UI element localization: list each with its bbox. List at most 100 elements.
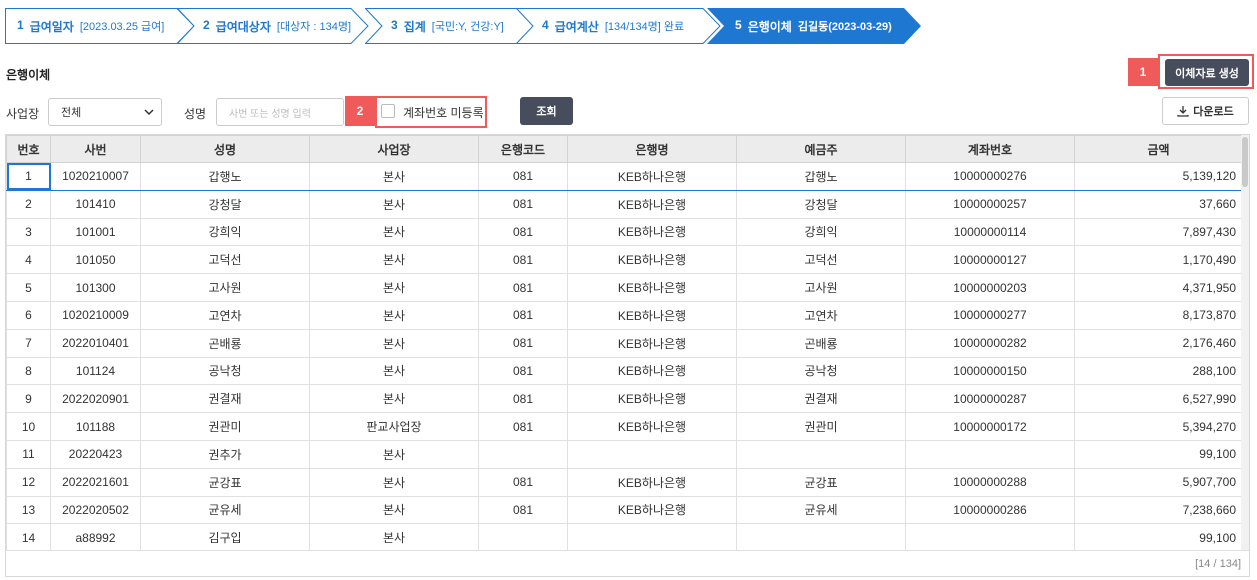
- table-cell[interactable]: 본사: [309, 356, 479, 386]
- column-header[interactable]: 번호: [6, 135, 51, 163]
- table-cell[interactable]: 2022021601: [50, 467, 141, 497]
- table-cell[interactable]: KEB하나은행: [567, 300, 737, 330]
- table-cell[interactable]: 균강표: [140, 467, 310, 497]
- table-cell[interactable]: 균유세: [736, 495, 906, 525]
- vertical-scrollbar[interactable]: [1241, 135, 1249, 550]
- table-cell[interactable]: [905, 523, 1075, 553]
- table-cell[interactable]: 99,100: [1074, 439, 1243, 469]
- table-cell[interactable]: KEB하나은행: [567, 467, 737, 497]
- column-header[interactable]: 금액: [1074, 135, 1243, 163]
- table-cell[interactable]: 5,139,120: [1074, 162, 1243, 191]
- table-cell[interactable]: KEB하나은행: [567, 495, 737, 525]
- table-row[interactable]: 3 101001 강희익 본사 081 KEB하나은행 강희익 10000000114 7,89…: [6, 217, 1243, 247]
- column-header[interactable]: 성명: [140, 135, 310, 163]
- table-cell[interactable]: 강청달: [140, 189, 310, 219]
- table-cell[interactable]: 권관미: [140, 412, 310, 441]
- table-cell[interactable]: 1,170,490: [1074, 245, 1243, 275]
- download-button[interactable]: 다운로드: [1162, 97, 1249, 125]
- table-cell[interactable]: [905, 439, 1075, 469]
- table-cell[interactable]: 2,176,460: [1074, 328, 1243, 358]
- table-cell[interactable]: 공낙청: [140, 356, 310, 386]
- table-cell[interactable]: 5,394,270: [1074, 412, 1243, 441]
- table-row[interactable]: 10 101188 권관미 판교사업장 081 KEB하나은행 권관미 10000000172…: [6, 412, 1243, 441]
- table-cell[interactable]: 6: [6, 300, 51, 330]
- table-cell[interactable]: 11: [6, 439, 51, 469]
- step-5[interactable]: 5 은행이체 김길동(2023-03-29): [707, 8, 922, 44]
- table-cell[interactable]: 2022020901: [50, 384, 141, 414]
- table-cell[interactable]: 강희익: [736, 217, 906, 247]
- table-cell[interactable]: 3: [6, 217, 51, 247]
- table-cell[interactable]: 081: [478, 495, 568, 525]
- name-search-input[interactable]: 사번 또는 성명 입력: [216, 98, 344, 126]
- table-cell[interactable]: 1020210007: [50, 162, 141, 191]
- column-header[interactable]: 은행명: [567, 135, 737, 163]
- table-cell[interactable]: 본사: [309, 217, 479, 247]
- table-cell[interactable]: 갑행노: [736, 162, 906, 191]
- table-cell[interactable]: 고사원: [736, 273, 906, 302]
- table-cell[interactable]: 081: [478, 245, 568, 275]
- step-4[interactable]: 4 급여계산 [134/134명] 완료: [516, 8, 721, 44]
- step-3[interactable]: 3 집계 [국민:Y, 건강:Y]: [365, 8, 535, 44]
- table-row[interactable]: 11 20220423 권추가 본사 99,100: [6, 439, 1243, 469]
- table-cell[interactable]: 37,660: [1074, 189, 1243, 219]
- table-cell[interactable]: 4: [6, 245, 51, 275]
- table-cell[interactable]: 권관미: [736, 412, 906, 441]
- table-cell[interactable]: 081: [478, 384, 568, 414]
- table-cell[interactable]: KEB하나은행: [567, 162, 737, 191]
- table-cell[interactable]: 고사원: [140, 273, 310, 302]
- table-cell[interactable]: 2: [6, 189, 51, 219]
- table-cell[interactable]: 99,100: [1074, 523, 1243, 553]
- table-cell[interactable]: 본사: [309, 439, 479, 469]
- table-cell[interactable]: 고연차: [736, 300, 906, 330]
- table-cell[interactable]: 갑행노: [140, 162, 310, 191]
- table-cell[interactable]: 081: [478, 162, 568, 191]
- table-cell[interactable]: 9: [6, 384, 51, 414]
- table-cell[interactable]: 권결재: [140, 384, 310, 414]
- table-cell[interactable]: 10000000276: [905, 162, 1075, 191]
- table-cell[interactable]: KEB하나은행: [567, 356, 737, 386]
- table-cell[interactable]: [478, 439, 568, 469]
- table-cell[interactable]: 10000000150: [905, 356, 1075, 386]
- table-cell[interactable]: 권추가: [140, 439, 310, 469]
- table-cell[interactable]: 14: [6, 523, 51, 553]
- table-cell[interactable]: [736, 523, 906, 553]
- table-cell[interactable]: 081: [478, 217, 568, 247]
- table-cell[interactable]: 10000000257: [905, 189, 1075, 219]
- table-row[interactable]: 6 1020210009 고연차 본사 081 KEB하나은행 고연차 10000000277…: [6, 300, 1243, 330]
- table-cell[interactable]: 4,371,950: [1074, 273, 1243, 302]
- table-cell[interactable]: 고덕선: [140, 245, 310, 275]
- table-cell[interactable]: 곤배룡: [736, 328, 906, 358]
- table-row[interactable]: 12 2022021601 균강표 본사 081 KEB하나은행 균강표 1000000028…: [6, 467, 1243, 497]
- table-cell[interactable]: 081: [478, 189, 568, 219]
- table-cell[interactable]: 101050: [50, 245, 141, 275]
- table-cell[interactable]: 1020210009: [50, 300, 141, 330]
- table-cell[interactable]: 10000000277: [905, 300, 1075, 330]
- table-cell[interactable]: 101001: [50, 217, 141, 247]
- table-cell[interactable]: 판교사업장: [309, 412, 479, 441]
- table-cell[interactable]: 10000000287: [905, 384, 1075, 414]
- table-cell[interactable]: 081: [478, 300, 568, 330]
- table-cell[interactable]: 본사: [309, 384, 479, 414]
- table-cell[interactable]: 8,173,870: [1074, 300, 1243, 330]
- column-header[interactable]: 은행코드: [478, 135, 568, 163]
- table-cell[interactable]: 101188: [50, 412, 141, 441]
- table-cell[interactable]: a88992: [50, 523, 141, 553]
- column-header[interactable]: 사업장: [309, 135, 479, 163]
- table-cell[interactable]: 균강표: [736, 467, 906, 497]
- table-cell[interactable]: 081: [478, 273, 568, 302]
- table-cell[interactable]: 2022010401: [50, 328, 141, 358]
- table-cell[interactable]: 김구입: [140, 523, 310, 553]
- table-cell[interactable]: 고연차: [140, 300, 310, 330]
- table-cell[interactable]: 081: [478, 412, 568, 441]
- table-cell[interactable]: 12: [6, 467, 51, 497]
- unregistered-account-checkbox[interactable]: [381, 104, 395, 118]
- table-cell[interactable]: 101124: [50, 356, 141, 386]
- table-cell[interactable]: 본사: [309, 467, 479, 497]
- table-cell[interactable]: 081: [478, 328, 568, 358]
- table-cell[interactable]: KEB하나은행: [567, 328, 737, 358]
- table-cell[interactable]: 고덕선: [736, 245, 906, 275]
- table-cell[interactable]: 10000000286: [905, 495, 1075, 525]
- table-cell[interactable]: 권결재: [736, 384, 906, 414]
- table-cell[interactable]: [567, 439, 737, 469]
- table-cell[interactable]: [478, 523, 568, 553]
